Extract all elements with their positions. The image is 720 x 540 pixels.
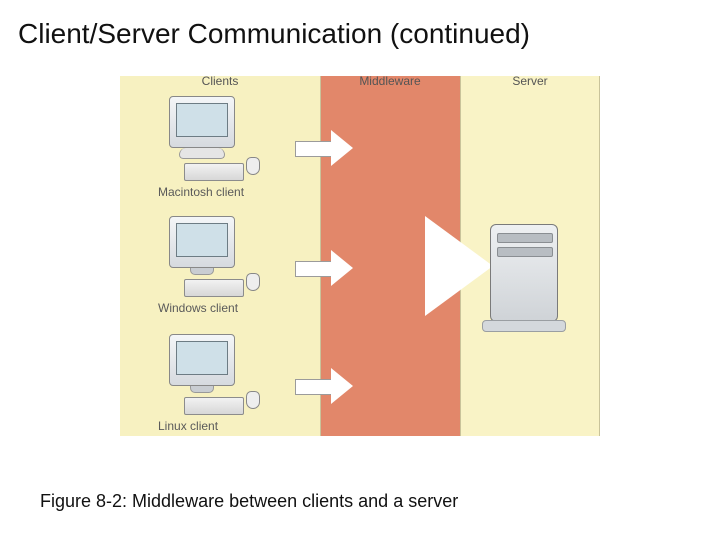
mouse-icon xyxy=(246,157,260,175)
middleware-header: Middleware xyxy=(320,74,460,88)
slide: Client/Server Communication (continued) … xyxy=(0,0,720,540)
page-title: Client/Server Communication (continued) xyxy=(0,0,720,58)
server-icon xyxy=(490,224,558,322)
mouse-icon xyxy=(246,273,260,291)
diagram: Clients Middleware Server Macintosh clie… xyxy=(120,76,600,466)
monitor-icon xyxy=(169,216,235,268)
arrow-client-to-middleware xyxy=(295,368,355,404)
client-label: Windows client xyxy=(158,301,262,315)
server-base xyxy=(482,320,566,332)
keyboard-icon xyxy=(184,163,244,181)
client-label: Macintosh client xyxy=(158,185,262,199)
mouse-icon xyxy=(246,391,260,409)
keyboard-icon xyxy=(184,397,244,415)
server-header: Server xyxy=(460,74,600,88)
client-linux: Linux client xyxy=(142,334,262,433)
monitor-icon xyxy=(169,96,235,148)
clients-header: Clients xyxy=(120,74,320,88)
monitor-icon xyxy=(169,334,235,386)
keyboard-icon xyxy=(184,279,244,297)
figure-caption: Figure 8-2: Middleware between clients a… xyxy=(40,491,458,512)
arrow-client-to-middleware xyxy=(295,250,355,286)
col-divider xyxy=(599,76,600,436)
client-label: Linux client xyxy=(158,419,262,433)
arrow-client-to-middleware xyxy=(295,130,355,166)
client-windows: Windows client xyxy=(142,216,262,315)
client-mac: Macintosh client xyxy=(142,96,262,199)
